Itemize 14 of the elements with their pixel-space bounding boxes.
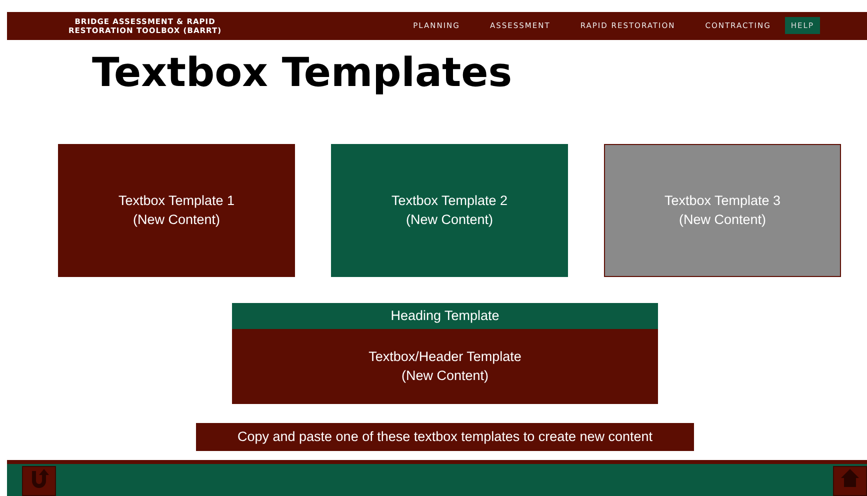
heading-template: Heading Template <box>232 302 658 329</box>
home-button[interactable] <box>833 466 867 496</box>
back-button[interactable] <box>22 466 56 496</box>
instruction-banner: Copy and paste one of these textbox templates to create new content <box>196 422 694 451</box>
template-text: Textbox Template 2 <box>391 192 508 210</box>
template-text: (New Content) <box>401 367 489 386</box>
template-text: (New Content) <box>132 211 220 230</box>
template-text: Textbox/Header Template <box>368 348 522 366</box>
template-text: Textbox Template 3 <box>664 192 781 210</box>
template-text: Textbox Template 1 <box>118 192 235 210</box>
template-text: (New Content) <box>406 211 494 230</box>
template-text: (New Content) <box>678 211 766 230</box>
page-title: Textbox Templates <box>92 50 514 96</box>
home-icon <box>839 467 861 489</box>
